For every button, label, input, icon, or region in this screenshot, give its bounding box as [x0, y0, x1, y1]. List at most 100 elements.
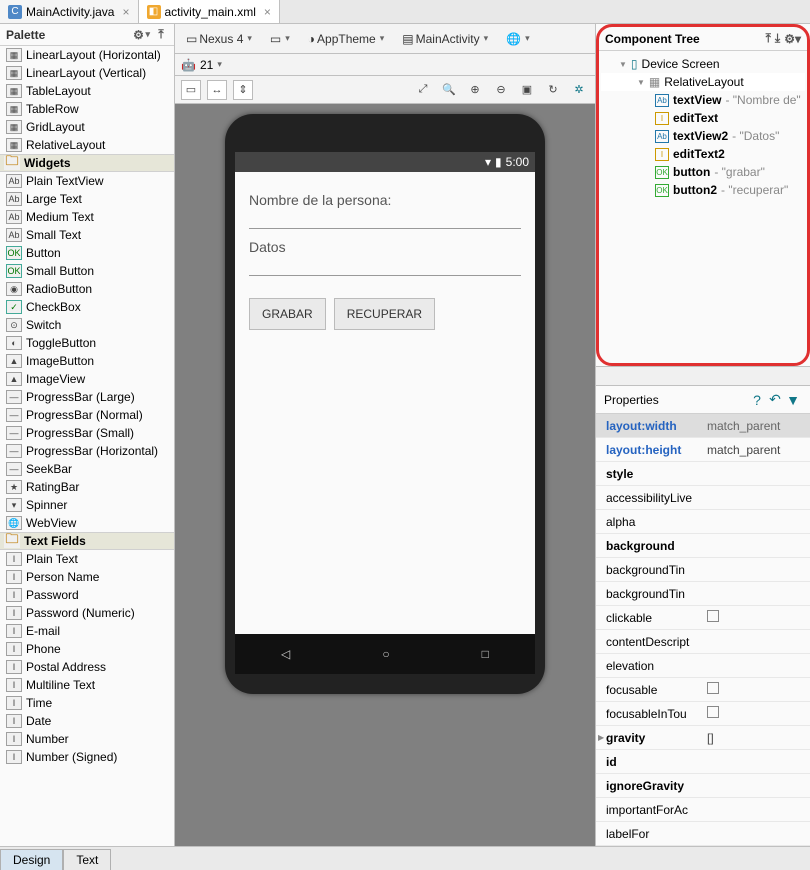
property-row[interactable]: alpha	[596, 510, 810, 534]
textview-nombre[interactable]: Nombre de la persona:	[249, 192, 521, 208]
palette-item[interactable]: —ProgressBar (Horizontal)	[0, 442, 174, 460]
palette-item[interactable]: IDate	[0, 712, 174, 730]
palette-item[interactable]: IE-mail	[0, 622, 174, 640]
palette-item[interactable]: IPassword (Numeric)	[0, 604, 174, 622]
back-icon[interactable]: ◁	[281, 647, 290, 661]
palette-item[interactable]: ▾Spinner	[0, 496, 174, 514]
tree-node[interactable]: IeditText	[601, 109, 805, 127]
palette-item[interactable]: ▲ImageButton	[0, 352, 174, 370]
tree-expand-icon[interactable]: ▼	[619, 60, 627, 69]
palette-item[interactable]: AbPlain TextView	[0, 172, 174, 190]
property-row[interactable]: id	[596, 750, 810, 774]
design-tab[interactable]: Design	[0, 849, 63, 870]
gear-icon[interactable]: ⚙▾	[784, 32, 801, 46]
expand-v-tool[interactable]: ⇕	[233, 80, 253, 100]
properties-table[interactable]: layout:width match_parent layout:heightm…	[596, 414, 810, 846]
file-tab-main-activity[interactable]: C MainActivity.java ×	[0, 0, 139, 23]
palette-item[interactable]: AbLarge Text	[0, 190, 174, 208]
locale-picker[interactable]: 🌐	[501, 28, 534, 50]
home-icon[interactable]: ○	[382, 647, 389, 661]
chevron-down-icon[interactable]: ▾	[217, 59, 222, 70]
orientation-picker[interactable]: ▭	[265, 28, 295, 50]
property-row[interactable]: elevation	[596, 654, 810, 678]
chevron-down-icon[interactable]: ▾	[145, 29, 150, 40]
palette-item[interactable]: ◐ToggleButton	[0, 334, 174, 352]
tree-node-relativelayout[interactable]: ▼ ▦ RelativeLayout	[601, 73, 805, 91]
collapse-icon[interactable]: ⤒	[154, 28, 168, 42]
palette-item[interactable]: —ProgressBar (Small)	[0, 424, 174, 442]
property-row[interactable]: backgroundTin	[596, 558, 810, 582]
palette-item[interactable]: INumber (Signed)	[0, 748, 174, 766]
edittext-datos[interactable]	[249, 275, 521, 276]
device-screen[interactable]: ▾ ▮ 5:00 Nombre de la persona: Datos GRA…	[235, 152, 535, 674]
property-row[interactable]: accessibilityLive	[596, 486, 810, 510]
palette-item[interactable]: ✓CheckBox	[0, 298, 174, 316]
palette-item[interactable]: ★RatingBar	[0, 478, 174, 496]
property-row[interactable]: layout:heightmatch_parent	[596, 438, 810, 462]
property-row[interactable]: focusableInTou	[596, 702, 810, 726]
property-row[interactable]: importantForAc	[596, 798, 810, 822]
tree-node[interactable]: IeditText2	[601, 145, 805, 163]
undo-icon[interactable]: ↶	[766, 391, 784, 408]
property-row[interactable]: clickable	[596, 606, 810, 630]
api-level-label[interactable]: 21	[200, 58, 213, 72]
close-icon[interactable]: ×	[264, 5, 271, 19]
zoom-in-icon[interactable]: ⊕	[465, 80, 485, 100]
palette-group-header[interactable]: 🗀Text Fields	[0, 532, 174, 550]
palette-item[interactable]: ⊙Switch	[0, 316, 174, 334]
palette-item[interactable]: ▦TableLayout	[0, 82, 174, 100]
screenshot-icon[interactable]: ▣	[517, 80, 537, 100]
close-icon[interactable]: ×	[122, 5, 129, 19]
device-picker[interactable]: ▭ Nexus 4	[181, 28, 257, 50]
property-row[interactable]: ▶gravity[]	[596, 726, 810, 750]
checkbox[interactable]	[707, 706, 719, 718]
filter-icon[interactable]: ▼	[784, 392, 802, 408]
expand-all-icon[interactable]: ⤒	[766, 31, 771, 46]
tree-node[interactable]: AbtextView - "Nombre de"	[601, 91, 805, 109]
collapse-all-icon[interactable]: ⤓	[775, 31, 780, 46]
palette-item[interactable]: OKButton	[0, 244, 174, 262]
button-recuperar[interactable]: RECUPERAR	[334, 298, 435, 330]
palette-item[interactable]: OKSmall Button	[0, 262, 174, 280]
palette-item[interactable]: —SeekBar	[0, 460, 174, 478]
property-row[interactable]: focusable	[596, 678, 810, 702]
property-row[interactable]: contentDescript	[596, 630, 810, 654]
palette-item[interactable]: AbSmall Text	[0, 226, 174, 244]
property-row[interactable]: ignoreGravity	[596, 774, 810, 798]
button-grabar[interactable]: GRABAR	[249, 298, 326, 330]
palette-item[interactable]: IPhone	[0, 640, 174, 658]
text-tab[interactable]: Text	[63, 849, 111, 870]
palette-list[interactable]: ▦LinearLayout (Horizontal)▦LinearLayout …	[0, 46, 174, 846]
property-row[interactable]: layout:width match_parent	[596, 414, 810, 438]
palette-item[interactable]: ▦RelativeLayout	[0, 136, 174, 154]
design-area[interactable]: ▾ ▮ 5:00 Nombre de la persona: Datos GRA…	[175, 104, 595, 846]
textview-datos[interactable]: Datos	[249, 239, 521, 255]
select-tool[interactable]: ▭	[181, 80, 201, 100]
palette-item[interactable]: ▦LinearLayout (Vertical)	[0, 64, 174, 82]
settings-icon[interactable]: ✲	[569, 80, 589, 100]
refresh-icon[interactable]: ↻	[543, 80, 563, 100]
tree-node-device-screen[interactable]: ▼ ▯ Device Screen	[601, 55, 805, 73]
palette-item[interactable]: ITime	[0, 694, 174, 712]
theme-picker[interactable]: ◑ AppTheme	[303, 28, 389, 50]
palette-item[interactable]: 🌐WebView	[0, 514, 174, 532]
palette-item[interactable]: ▦TableRow	[0, 100, 174, 118]
property-row[interactable]: labelFor	[596, 822, 810, 846]
palette-item[interactable]: IMultiline Text	[0, 676, 174, 694]
property-row[interactable]: style	[596, 462, 810, 486]
zoom-fit-icon[interactable]: ⤢	[413, 80, 433, 100]
palette-item[interactable]: IPostal Address	[0, 658, 174, 676]
tree-node[interactable]: AbtextView2 - "Datos"	[601, 127, 805, 145]
property-row[interactable]: background	[596, 534, 810, 558]
palette-item[interactable]: AbMedium Text	[0, 208, 174, 226]
tree-node[interactable]: OKbutton2 - "recuperar"	[601, 181, 805, 199]
edittext-nombre[interactable]	[249, 228, 521, 229]
component-tree-body[interactable]: ▼ ▯ Device Screen ▼ ▦ RelativeLayout Abt…	[599, 51, 807, 203]
palette-item[interactable]: ▦GridLayout	[0, 118, 174, 136]
help-icon[interactable]: ?	[748, 392, 766, 408]
file-tab-activity-main-xml[interactable]: ◧ activity_main.xml ×	[139, 0, 280, 23]
tree-expand-icon[interactable]: ▼	[637, 78, 645, 87]
app-content[interactable]: Nombre de la persona: Datos GRABAR RECUP…	[235, 172, 535, 634]
checkbox[interactable]	[707, 682, 719, 694]
palette-item[interactable]: INumber	[0, 730, 174, 748]
